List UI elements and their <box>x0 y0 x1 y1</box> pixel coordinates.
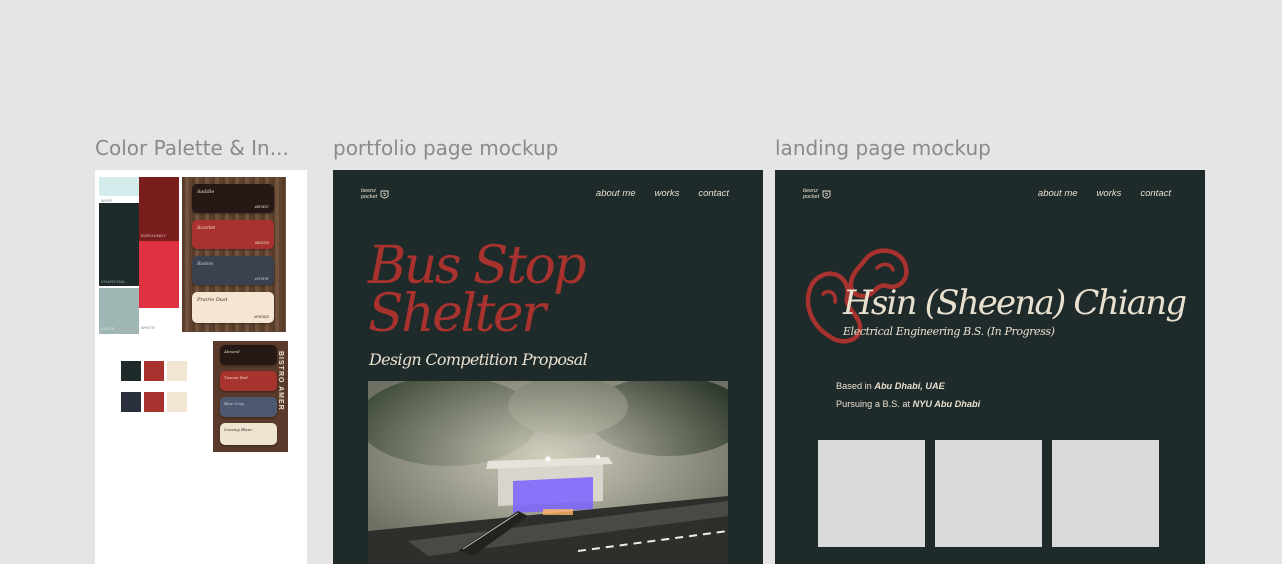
frame-label-portfolio[interactable]: portfolio page mockup <box>333 136 558 160</box>
palette-card-saddle: Saddle #6F4E37 <box>192 184 274 213</box>
bistro-vertical-text: BISTRO AMER <box>277 351 284 411</box>
brand-logo[interactable]: beenz pocket <box>803 188 831 200</box>
swatch-charcoal <box>99 203 139 286</box>
work-tile-3[interactable] <box>1052 440 1159 547</box>
render-illustration <box>368 381 728 564</box>
project-subtitle: Design Competition Proposal <box>369 350 588 369</box>
palette-card-blue-grey: Blue Grey <box>220 397 277 417</box>
brand-text-line2: pocket <box>803 193 820 200</box>
project-title-line1: Bus Stop <box>368 236 587 296</box>
palette-card-creamy-blanc: Creamy Blanc <box>220 423 277 445</box>
palette-card-name: Scarlet <box>197 225 216 231</box>
portfolio-frame[interactable]: beenz pocket about me works contact Bus … <box>333 170 763 564</box>
bean-pocket-icon <box>380 190 389 198</box>
palette-photo-cards: Saddle #6F4E37 Scarlet #B22222 Rodon #2F… <box>182 177 286 332</box>
swatch-label-burgundy: BURGUNDY <box>141 233 167 238</box>
nav-contact[interactable]: contact <box>698 188 729 199</box>
project-title-line2: Shelter <box>368 284 546 344</box>
chip-scarlet <box>144 361 164 381</box>
palette-card-name: Almond <box>224 349 240 354</box>
palette-card-name: Tuscan Red <box>224 375 248 380</box>
nav-works[interactable]: works <box>1097 188 1122 199</box>
palette-frame[interactable]: WISP CHARCOAL SLATE BURGUNDY WHITE Saddl… <box>95 170 307 564</box>
palette-card-almond: Almond <box>220 345 277 365</box>
palette-card-name: Prairie Dust <box>197 297 228 303</box>
palette-card-scarlet: Scarlet #B22222 <box>192 220 274 249</box>
chip-cream-2 <box>167 392 187 412</box>
swatch-label-charcoal: CHARCOAL <box>101 279 126 284</box>
project-title: Bus Stop Shelter <box>368 236 587 344</box>
info-pursuing-prefix: Pursuing a B.S. at <box>836 399 913 409</box>
bean-pocket-icon <box>822 190 831 198</box>
palette-card-name: Creamy Blanc <box>224 427 253 432</box>
palette-card-hex: #6F4E37 <box>254 205 269 209</box>
landing-frame[interactable]: beenz pocket about me works contact Hsin… <box>775 170 1205 564</box>
chip-charcoal <box>121 361 141 381</box>
swatch-label-white: WHITE <box>141 325 156 330</box>
portfolio-nav: about me works contact <box>596 188 729 199</box>
info-based-prefix: Based in <box>836 381 875 391</box>
hero-degree: Electrical Engineering B.S. (In Progress… <box>843 325 1055 338</box>
frame-label-landing[interactable]: landing page mockup <box>775 136 991 160</box>
info-pursuing: Pursuing a B.S. at NYU Abu Dhabi <box>836 399 980 409</box>
palette-card-name: Blue Grey <box>224 401 245 406</box>
swatch-wisp <box>99 177 139 196</box>
bus-stop-render-image <box>368 381 728 564</box>
nav-about-me[interactable]: about me <box>1038 188 1078 199</box>
palette-card-tuscan-red: Tuscan Red <box>220 371 277 391</box>
frame-label-palette[interactable]: Color Palette & In... <box>95 136 289 160</box>
work-tile-1[interactable] <box>818 440 925 547</box>
nav-about-me[interactable]: about me <box>596 188 636 199</box>
palette-card-hex: #B22222 <box>254 241 269 245</box>
palette-photo-cards-2: Almond Tuscan Red Blue Grey Creamy Blanc… <box>213 341 288 452</box>
chip-navy <box>121 392 141 412</box>
info-based-in: Based in Abu Dhabi, UAE <box>836 381 945 391</box>
palette-card-rodon: Rodon #2F4F4F <box>192 256 274 285</box>
nav-contact[interactable]: contact <box>1140 188 1171 199</box>
nav-works[interactable]: works <box>655 188 680 199</box>
swatch-burgundy <box>139 177 179 241</box>
palette-card-hex: #F5E6D3 <box>254 315 269 319</box>
chip-scarlet-2 <box>144 392 164 412</box>
palette-card-prairie-dust: Prairie Dust #F5E6D3 <box>192 292 274 323</box>
palette-card-hex: #2F4F4F <box>254 277 269 281</box>
landing-nav: about me works contact <box>1038 188 1171 199</box>
info-pursuing-place: NYU Abu Dhabi <box>912 399 981 409</box>
brand-text-line2: pocket <box>361 193 378 200</box>
chip-cream <box>167 361 187 381</box>
swatch-label-slate: SLATE <box>101 326 115 331</box>
palette-card-name: Saddle <box>197 189 215 195</box>
hero-name: Hsin (Sheena) Chiang <box>843 283 1187 323</box>
swatch-red <box>139 241 179 308</box>
brand-logo[interactable]: beenz pocket <box>361 188 389 200</box>
info-based-place: Abu Dhabi, UAE <box>874 381 945 391</box>
work-tile-2[interactable] <box>935 440 1042 547</box>
palette-card-name: Rodon <box>197 261 214 267</box>
